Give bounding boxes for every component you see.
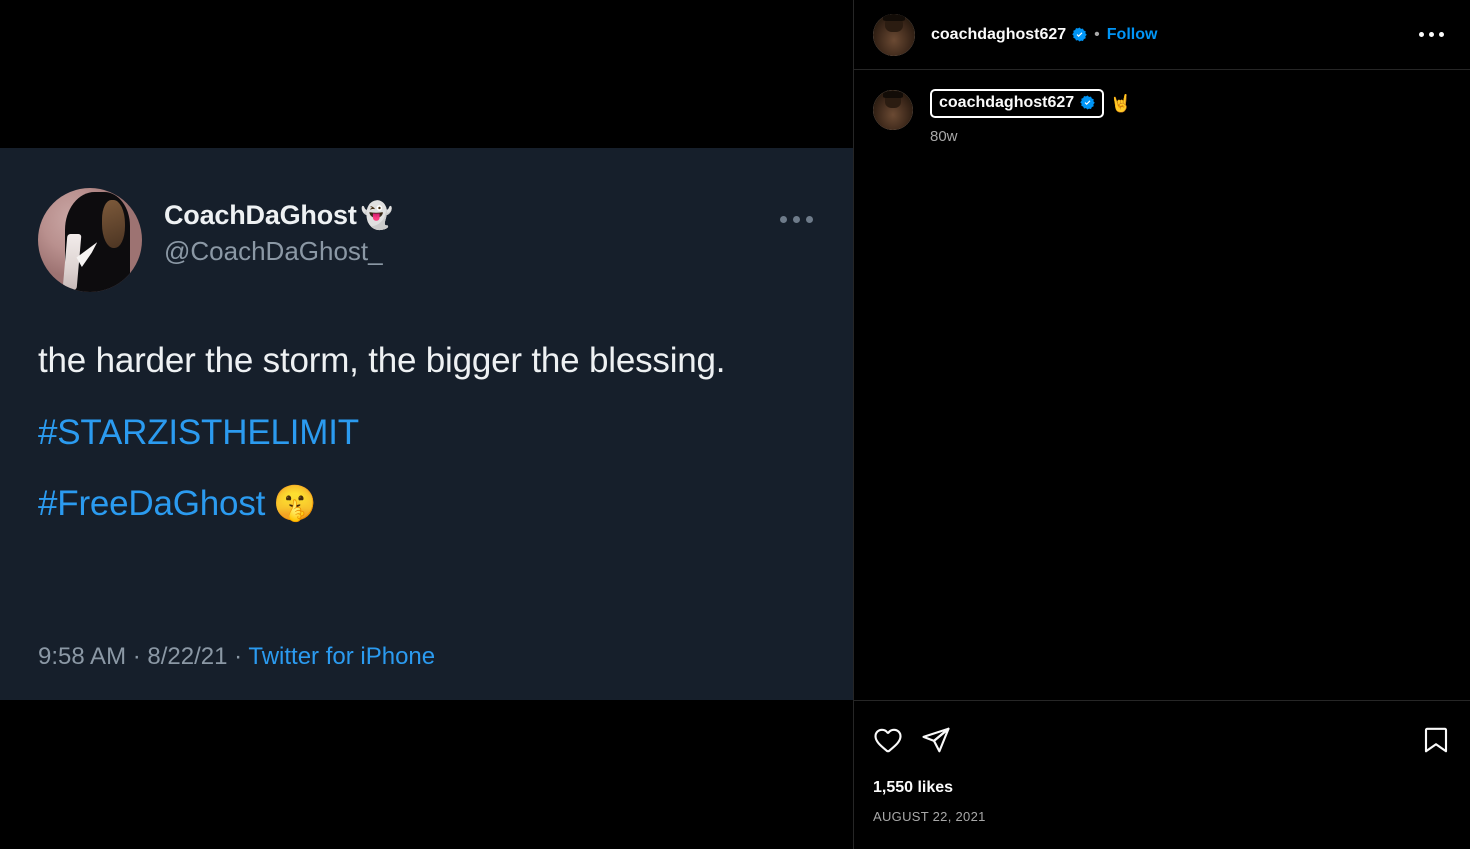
shushing-face-icon: 🤫 [273,484,316,523]
tweet-source: Twitter for iPhone [248,643,435,670]
tweet-header: CoachDaGhost👻 @CoachDaGhost_ [38,188,393,292]
ghost-icon: 👻 [361,200,393,230]
post-header: coachdaghost627 • Follow [854,0,1470,70]
tweet-timestamp: 9:58 AM · 8/22/21 · [38,643,248,670]
profile-avatar[interactable] [873,14,915,56]
tweet-display-name-text: CoachDaGhost [164,200,357,230]
follow-button[interactable]: Follow [1107,26,1158,44]
tweet-more-icon [780,216,813,223]
post-date: AUGUST 22, 2021 [873,809,1451,824]
tweet-hashtag-2: #FreeDaGhost🤫 [38,475,778,533]
tweet-text-line-1: the harder the storm, the bigger the [38,341,579,380]
tweet-meta: 9:58 AM · 8/22/21 · Twitter for iPhone [38,643,435,671]
tweet-body: the harder the storm, the bigger the ble… [38,333,778,533]
tweet-handle: @CoachDaGhost_ [164,234,393,269]
header-separator: • [1094,27,1100,43]
comment-text-line: coachdaghost627 🤘 [930,89,1131,118]
post-author-block: coachdaghost627 • Follow [931,26,1157,44]
tweet-author-avatar [38,188,142,292]
tweet-hashtag-1: #STARZISTHELIMIT [38,404,778,462]
tweet-hashtag-2-text: #FreeDaGhost [38,484,265,523]
post-media-pane[interactable]: CoachDaGhost👻 @CoachDaGhost_ the harder … [0,0,853,849]
post-author-username[interactable]: coachdaghost627 [931,26,1066,44]
heart-icon [873,725,903,755]
bookmark-icon [1421,725,1451,755]
share-button[interactable] [921,725,951,755]
tweet-author-names: CoachDaGhost👻 @CoachDaGhost_ [164,188,393,269]
post-sidebar: coachdaghost627 • Follow coachd [853,0,1470,849]
comment-timestamp: 80w [930,128,1131,145]
horns-hand-icon: 🤘 [1110,95,1131,112]
post-options-icon[interactable] [1419,32,1454,37]
comments-list[interactable]: coachdaghost627 🤘 80w [854,70,1470,700]
tweet-text-line-2: blessing. [589,341,725,380]
comment-author-avatar[interactable] [873,90,913,130]
likes-count[interactable]: 1,550 likes [873,779,1451,797]
verified-badge-icon [1080,95,1095,110]
comment-content: coachdaghost627 🤘 80w [930,88,1131,145]
post-actions-bar: 1,550 likes AUGUST 22, 2021 [854,700,1470,849]
list-item: coachdaghost627 🤘 80w [873,88,1454,145]
tweet-display-name: CoachDaGhost👻 [164,200,393,232]
comment-author-username-link[interactable]: coachdaghost627 [930,89,1104,118]
instagram-post-view: CoachDaGhost👻 @CoachDaGhost_ the harder … [0,0,1470,849]
paper-plane-icon [921,725,951,755]
tweet-text: the harder the storm, the bigger the ble… [38,333,778,390]
verified-badge-icon [1072,27,1087,42]
action-icons-row [873,723,1451,757]
like-button[interactable] [873,725,903,755]
tweet-screenshot-card: CoachDaGhost👻 @CoachDaGhost_ the harder … [0,148,853,700]
comment-author-username: coachdaghost627 [939,94,1074,112]
save-button[interactable] [1421,725,1451,755]
